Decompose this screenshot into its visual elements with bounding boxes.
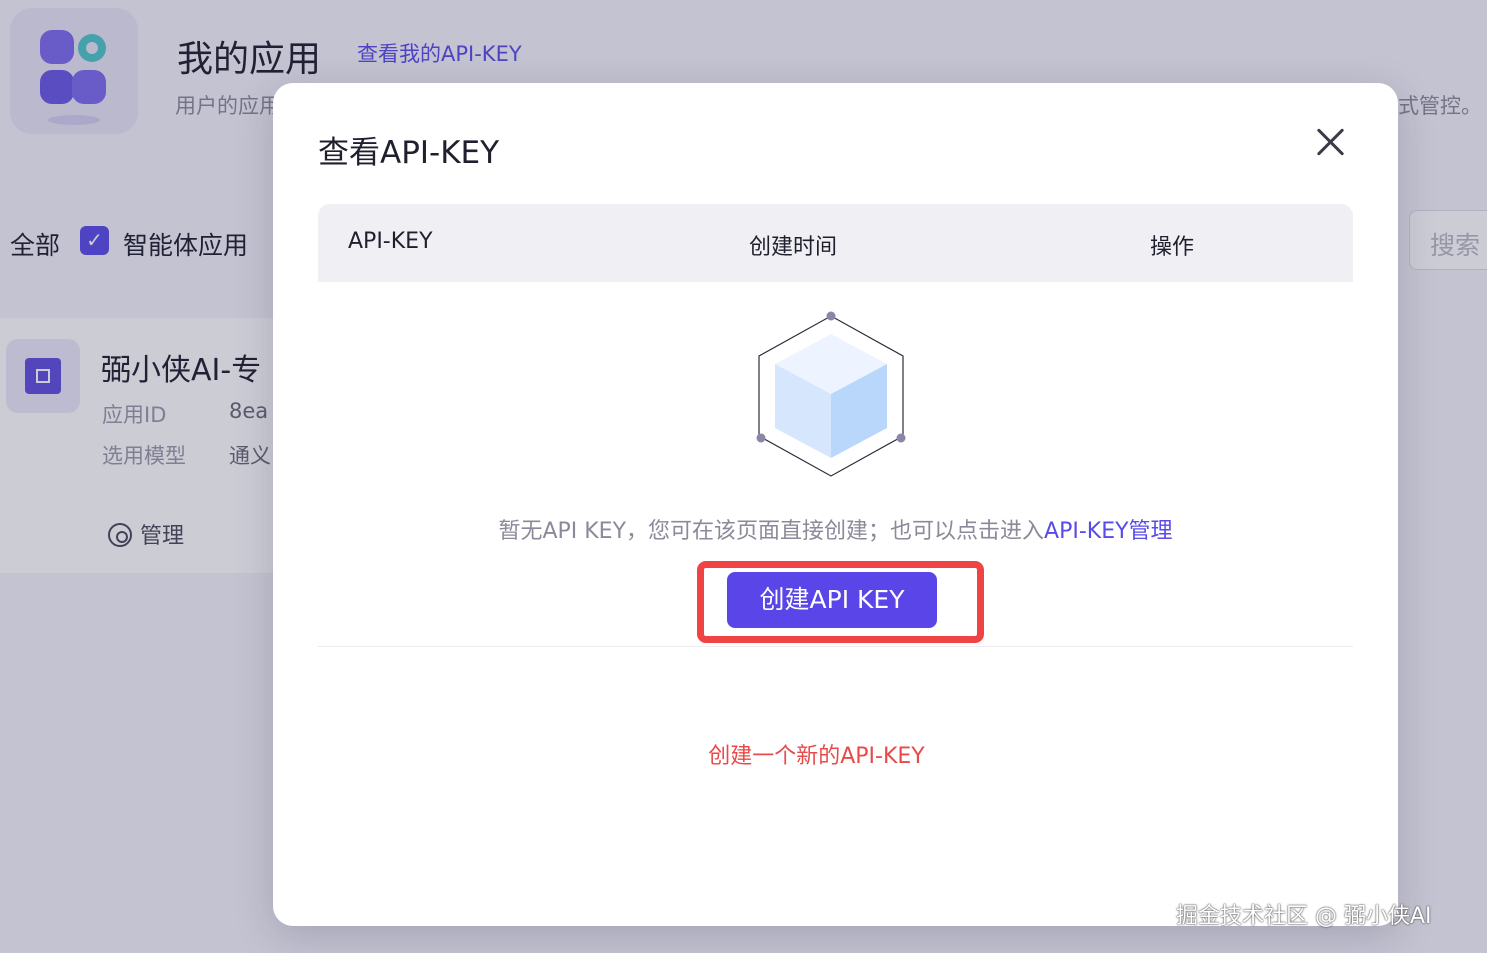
divider [318, 646, 1353, 647]
column-created-time: 创建时间 [749, 235, 838, 260]
api-key-management-link[interactable]: API-KEY管理 [1044, 519, 1173, 544]
annotation-text: 创建一个新的API-KEY [708, 744, 925, 769]
table-header: API-KEY 创建时间 操作 [318, 204, 1353, 282]
close-icon[interactable] [1316, 127, 1346, 157]
api-key-modal: 查看API-KEY API-KEY 创建时间 操作 暂无API KEY，您可在该… [273, 83, 1398, 926]
modal-title: 查看API-KEY [318, 135, 500, 171]
create-api-key-button[interactable]: 创建API KEY [727, 572, 937, 628]
empty-box-icon [756, 311, 906, 477]
column-api-key: API-KEY [348, 229, 433, 254]
empty-state-text: 暂无API KEY，您可在该页面直接创建；也可以点击进入API-KEY管理 [273, 513, 1398, 545]
empty-state-message: 暂无API KEY，您可在该页面直接创建；也可以点击进入 [498, 519, 1045, 544]
watermark: 掘金技术社区 @ 弼小侠AI [1176, 904, 1432, 929]
column-actions: 操作 [1150, 235, 1195, 260]
